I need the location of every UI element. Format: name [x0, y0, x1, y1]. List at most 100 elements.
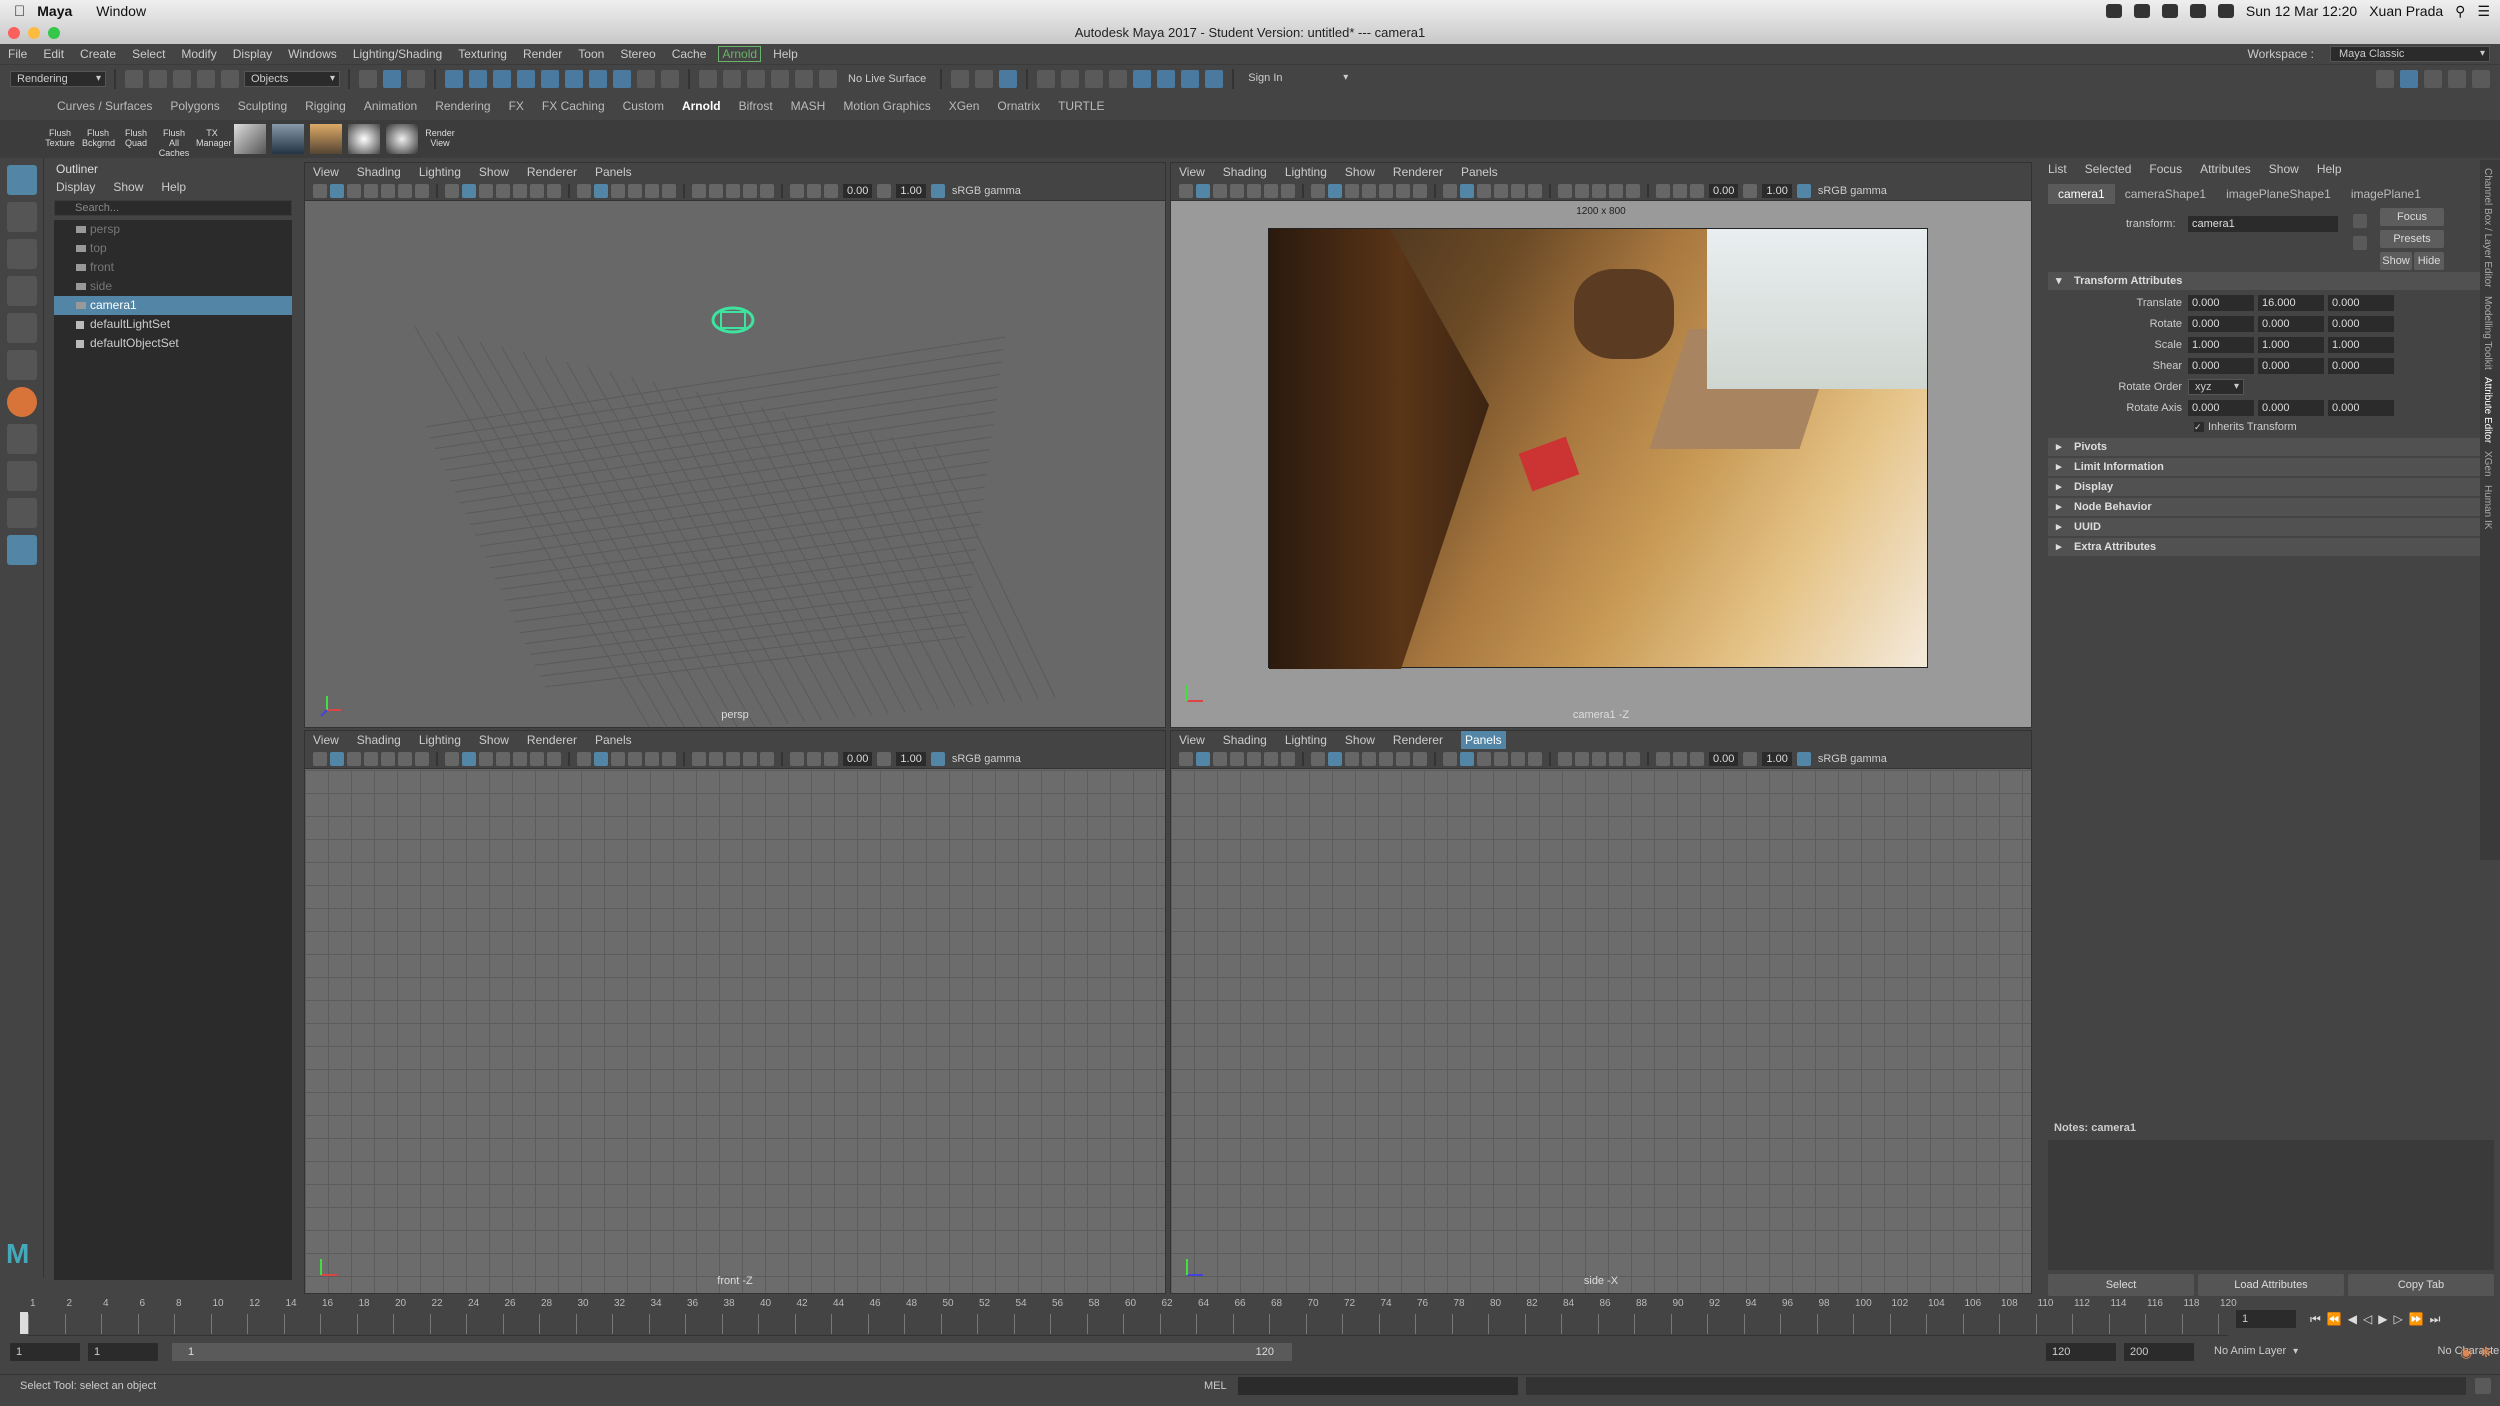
- gamma-field[interactable]: 1.00: [896, 183, 926, 198]
- viewport-tool-icon[interactable]: [415, 751, 429, 766]
- attribute-value-field[interactable]: 0.000: [2188, 294, 2254, 311]
- viewport-tool-icon[interactable]: [313, 751, 327, 766]
- status-icon[interactable]: [2133, 4, 2150, 18]
- viewport-tool-icon[interactable]: [807, 183, 821, 198]
- input-ops-icon[interactable]: [951, 69, 970, 88]
- viewport-tool-icon[interactable]: [445, 751, 459, 766]
- move-tool-icon[interactable]: [6, 276, 37, 306]
- spotlight-icon[interactable]: ⚲: [2455, 3, 2465, 20]
- menu-texturing[interactable]: Texturing: [450, 47, 515, 61]
- menu-cache[interactable]: Cache: [664, 47, 715, 61]
- menu-render[interactable]: Render: [515, 47, 570, 61]
- view-transform-label[interactable]: sRGB gamma: [952, 753, 1021, 765]
- gamma-icon[interactable]: [1743, 183, 1758, 198]
- outliner-item[interactable]: persp: [54, 220, 292, 239]
- viewport-menu-item[interactable]: Renderer: [527, 731, 577, 749]
- go-to-start-icon[interactable]: ⏮: [2310, 1312, 2321, 1327]
- playback-start-field[interactable]: 1: [88, 1343, 158, 1361]
- viewport-tool-icon[interactable]: [824, 751, 838, 766]
- outliner-item[interactable]: defaultLightSet: [54, 315, 292, 334]
- flush-texture-button[interactable]: Flush Texture: [44, 124, 76, 154]
- select-tool-icon[interactable]: [6, 165, 37, 195]
- viewport-tool-icon[interactable]: [1460, 183, 1474, 198]
- workspace-dropdown[interactable]: Maya Classic: [2330, 46, 2490, 62]
- focus-button[interactable]: Focus: [2380, 208, 2444, 226]
- viewport-tool-icon[interactable]: [1213, 183, 1227, 198]
- viewport-canvas[interactable]: persp: [305, 202, 1165, 738]
- viewport-menu-item[interactable]: Show: [479, 731, 509, 749]
- minimize-window-button[interactable]: [28, 27, 40, 39]
- viewport-tool-icon[interactable]: [1609, 183, 1623, 198]
- render-view-icon[interactable]: [1109, 69, 1128, 88]
- viewport-tool-icon[interactable]: [760, 183, 774, 198]
- ae-menu-help[interactable]: Help: [2317, 160, 2342, 178]
- render-globals-icon[interactable]: [1181, 69, 1200, 88]
- menu-create[interactable]: Create: [72, 47, 124, 61]
- viewport-tool-icon[interactable]: [1379, 183, 1393, 198]
- attribute-value-field[interactable]: 0.000: [2258, 315, 2324, 332]
- viewport-menu-item[interactable]: Panels: [595, 163, 632, 181]
- viewport-tool-icon[interactable]: [1345, 751, 1359, 766]
- viewport-tool-icon[interactable]: [364, 751, 378, 766]
- play-forward-icon[interactable]: ▶: [2378, 1312, 2387, 1327]
- viewport-menu-item[interactable]: View: [313, 731, 339, 749]
- mac-window-menu[interactable]: Window: [84, 3, 158, 19]
- viewport-tool-icon[interactable]: [1196, 183, 1210, 198]
- render-settings-icon[interactable]: [1037, 69, 1056, 88]
- viewport-tool-icon[interactable]: [1230, 183, 1244, 198]
- outliner-menu-help[interactable]: Help: [161, 178, 186, 196]
- viewport-tool-icon[interactable]: [398, 751, 412, 766]
- viewport-tool-icon[interactable]: [1494, 183, 1508, 198]
- shelf-tab[interactable]: MASH: [782, 99, 835, 113]
- mask-icon[interactable]: [517, 69, 535, 88]
- redo-icon[interactable]: [221, 69, 239, 88]
- render-setup-icon[interactable]: [1205, 69, 1224, 88]
- viewport-tool-icon[interactable]: [645, 751, 659, 766]
- shelf-tab[interactable]: Motion Graphics: [834, 99, 939, 113]
- viewport-menu-item[interactable]: Show: [1345, 163, 1375, 181]
- viewport-tool-icon[interactable]: [513, 183, 527, 198]
- viewport-tool-icon[interactable]: [594, 751, 608, 766]
- exposure-field[interactable]: 0.00: [1709, 751, 1739, 766]
- viewport-tool-icon[interactable]: [1690, 751, 1704, 766]
- mask-icon[interactable]: [565, 69, 583, 88]
- outliner-search-input[interactable]: Search...: [54, 200, 292, 216]
- attribute-value-field[interactable]: 0.000: [2328, 315, 2394, 332]
- scale-tool-icon[interactable]: [6, 350, 37, 380]
- snap-plane-icon[interactable]: [771, 69, 789, 88]
- viewport-menu-item[interactable]: Lighting: [419, 163, 461, 181]
- shelf-tab[interactable]: Rigging: [296, 99, 355, 113]
- light-portal-icon[interactable]: [386, 124, 418, 154]
- viewport-tool-icon[interactable]: [726, 183, 740, 198]
- menu-select[interactable]: Select: [124, 47, 173, 61]
- gamma-icon[interactable]: [877, 751, 892, 766]
- menu-help[interactable]: Help: [765, 47, 806, 61]
- attribute-value-field[interactable]: 1.000: [2188, 336, 2254, 353]
- viewport-tool-icon[interactable]: [611, 183, 625, 198]
- lock-icon[interactable]: [637, 69, 655, 88]
- viewport-tool-icon[interactable]: [628, 751, 642, 766]
- shelf-tab[interactable]: Polygons: [161, 99, 228, 113]
- layout-icon[interactable]: [2400, 69, 2418, 88]
- section-header[interactable]: Display: [2048, 478, 2492, 496]
- mask-icon[interactable]: [589, 69, 607, 88]
- viewport-tool-icon[interactable]: [577, 751, 591, 766]
- animation-end-field[interactable]: 200: [2124, 1343, 2194, 1361]
- viewport-tool-icon[interactable]: [547, 183, 561, 198]
- step-forward-frame-icon[interactable]: ▷: [2393, 1312, 2402, 1327]
- shelf-tab[interactable]: Rendering: [426, 99, 499, 113]
- viewport-tool-icon[interactable]: [1511, 751, 1525, 766]
- viewport-tool-icon[interactable]: [479, 751, 493, 766]
- apple-icon[interactable]: : [14, 3, 25, 20]
- user-name[interactable]: Xuan Prada: [2369, 3, 2443, 19]
- menu-lighting-shading[interactable]: Lighting/Shading: [345, 47, 450, 61]
- script-editor-icon[interactable]: [2475, 1378, 2491, 1394]
- viewport-tool-icon[interactable]: [1673, 183, 1687, 198]
- step-forward-key-icon[interactable]: ⏩: [2409, 1312, 2424, 1327]
- viewport-tool-icon[interactable]: [547, 751, 561, 766]
- viewport-tool-icon[interactable]: [760, 751, 774, 766]
- layout-icon[interactable]: [2376, 69, 2394, 88]
- viewport-tool-icon[interactable]: [1626, 751, 1640, 766]
- mask-icon[interactable]: [469, 69, 487, 88]
- viewport-tool-icon[interactable]: [398, 183, 412, 198]
